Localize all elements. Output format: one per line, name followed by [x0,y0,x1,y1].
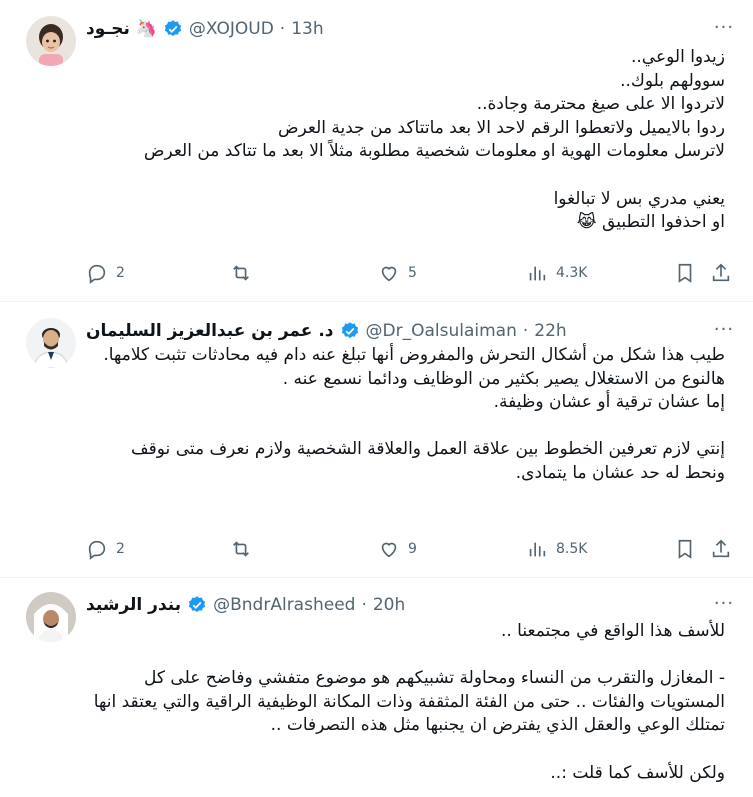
share-button[interactable] [710,262,732,284]
like-button[interactable]: 9 [378,538,417,560]
retweet-button[interactable] [230,538,252,560]
views-icon [529,266,546,281]
timestamp[interactable]: 20h [373,595,405,615]
verified-icon [164,20,182,37]
bookmark-icon [678,539,692,559]
like-count: 5 [408,265,417,281]
reply-button[interactable]: 2 [86,262,125,284]
separator-dot: · [279,19,286,39]
avatar[interactable] [26,592,76,642]
more-icon[interactable]: ··· [712,320,736,340]
views-button[interactable]: 4.3K [526,262,587,284]
timestamp[interactable]: 22h [534,321,566,341]
handle[interactable]: @BndrAlrasheed [213,595,355,615]
share-icon [712,539,730,558]
tweet-text: طيب هذا شكل من أشكال التحرش والمفروض أنه… [103,345,725,483]
reply-count: 2 [116,265,125,281]
tweet[interactable]: بندر الرشيد @BndrAlrasheed · 20h ··· للأ… [0,578,753,797]
like-button[interactable]: 5 [378,262,417,284]
avatar[interactable] [26,318,76,368]
tweet[interactable]: نجـود 🦄 @XOJOUD · 13h ··· زيدوا الوعي.. … [0,0,753,302]
like-icon [381,542,397,558]
separator-dot: · [522,321,529,341]
tweet-text: للأسف هذا الواقع في مجتمعنا .. - المغازل… [93,621,725,783]
bookmark-button[interactable] [674,262,696,284]
action-bar: 2 5 4.3K [86,261,730,285]
views-count: 4.3K [556,265,588,281]
display-name[interactable]: بندر الرشيد [86,595,181,615]
share-button[interactable] [710,538,732,560]
like-icon [381,266,397,282]
timeline-feed: نجـود 🦄 @XOJOUD · 13h ··· زيدوا الوعي.. … [0,0,753,797]
views-button[interactable]: 8.5K [526,538,587,560]
tweet[interactable]: د. عمر بن عبدالعزيز السليمان @Dr_Oalsula… [0,302,753,578]
views-count: 8.5K [556,541,588,557]
display-name[interactable]: نجـود 🦄 [86,19,157,39]
handle[interactable]: @Dr_Oalsulaiman [366,321,517,341]
share-icon [712,263,730,282]
tweet-text: زيدوا الوعي.. سوولهم بلوك.. لاتردوا الا … [143,47,725,233]
bookmark-button[interactable] [674,538,696,560]
retweet-button[interactable] [230,262,252,284]
separator-dot: · [361,595,367,615]
verified-icon [341,322,358,339]
more-icon[interactable]: ··· [712,594,736,614]
like-count: 9 [408,541,417,557]
reply-icon [88,264,106,284]
avatar[interactable] [26,16,76,66]
timestamp[interactable]: 13h [291,19,323,39]
display-name[interactable]: د. عمر بن عبدالعزيز السليمان [86,321,334,341]
reply-button[interactable]: 2 [86,538,125,560]
reply-icon [88,540,106,560]
more-icon[interactable]: ··· [712,18,736,38]
retweet-icon [233,541,249,557]
views-icon [529,542,546,557]
bookmark-icon [678,263,692,283]
retweet-icon [233,265,249,281]
action-bar: 2 9 8.5K [86,537,730,561]
reply-count: 2 [116,541,125,557]
handle[interactable]: @XOJOUD [189,19,274,39]
verified-icon [188,596,206,613]
